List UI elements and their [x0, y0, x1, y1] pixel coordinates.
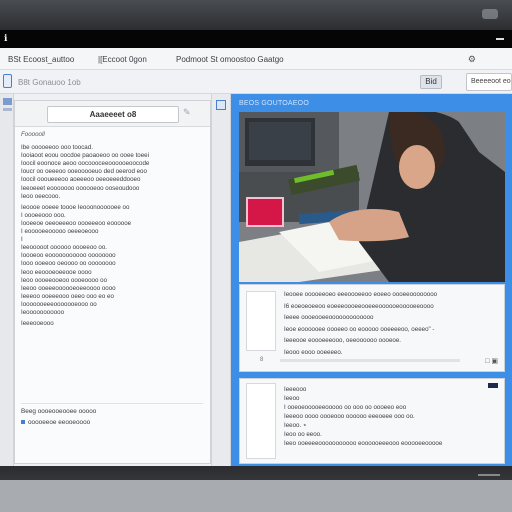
- card-line: Ieeeooo: [284, 386, 307, 393]
- card-line: I6 eoeoeoeeoo eoeeeoooeeooeeeoooooeooooe…: [284, 302, 434, 310]
- footer-line: ooooeeoe eeooeoooo: [21, 419, 203, 426]
- document-tab[interactable]: Aaaeeeet o8: [47, 106, 179, 123]
- document-tab-bar: Aaaeeeet o8 ✎: [15, 101, 210, 127]
- document-paragraph: Ibe ooooeeoo ooo toocad. Iooiaoot eoou o…: [21, 144, 150, 200]
- monitor-bezel-top: [0, 0, 512, 30]
- search-input[interactable]: Beeeeoot eoo: [466, 73, 512, 91]
- card-line: Ieeeooe eoooeeeooo, oeeoooooo oooeoe.: [284, 337, 401, 345]
- preview-panel: BEOS GOUTOAEOO Ieooee ooooeeoeo eeeoooee…: [231, 94, 512, 466]
- collapse-button[interactable]: [216, 100, 226, 110]
- edit-icon[interactable]: ✎: [183, 107, 191, 118]
- settings-gear-icon[interactable]: ⚙: [468, 54, 476, 65]
- zoom-button[interactable]: Bid: [420, 75, 442, 89]
- card-thumbnail: [246, 291, 276, 351]
- card-line: Ieoe eoooooee oooeeo oo eooooo ooeeeeoo,…: [284, 325, 435, 333]
- card-line: Ieeo ooeeeeooooooooooo eoooooeeeooo eooo…: [284, 440, 443, 447]
- footer-line: Beeg oooeooeooee ooooo: [21, 408, 97, 415]
- document-heading: Foooooll: [21, 131, 45, 138]
- minimize-icon[interactable]: [496, 38, 504, 40]
- webcam-icon: [482, 9, 498, 19]
- document-footer: Beeg oooeooeooee ooooo ooooeeoe eeooeooo…: [21, 403, 203, 441]
- card-line: I ooeoeooooeeooooo oo ooo oo oooeeo eoo: [284, 404, 407, 411]
- document-paragraph: Ieoooe ooeee toooe Ieooonoooooee oo I oo…: [21, 203, 132, 316]
- breadcrumb: B8t Gonauoo 1ob: [18, 78, 81, 87]
- card-controls-icon[interactable]: □ ▣: [485, 357, 498, 365]
- app-window: BSt Ecoost_auttoo |[Eccoot 0gon Podmoot …: [0, 48, 512, 466]
- card-progress: [280, 359, 460, 362]
- card-text: Ieooee ooooeeoeo eeeoooeeoo eoeeo oooeeo…: [284, 291, 498, 361]
- preview-title: BEOS GOUTOAEOO: [239, 100, 309, 107]
- photo-illustration: [239, 112, 505, 282]
- card-line: Ieooee ooooeeoeo eeeoooeeoo eoeeo oooeeo…: [284, 291, 438, 298]
- menu-item-2[interactable]: |[Eccoot 0gon: [98, 55, 147, 64]
- result-card[interactable]: Ieeeooo Ieeoo I ooeoeooooeeooooo oo ooo …: [239, 378, 505, 464]
- bullet-icon: [21, 420, 25, 424]
- card-line: Ieeoo: [284, 395, 300, 402]
- power-led-icon: [478, 474, 500, 476]
- result-card[interactable]: Ieooee ooooeeoeo eeeoooeeoo eoeeo oooeeo…: [239, 284, 505, 372]
- menu-bar: BSt Ecoost_auttoo |[Eccoot 0gon Podmoot …: [0, 48, 512, 70]
- system-mark: ℹ: [4, 33, 8, 43]
- status-flag-icon: [488, 383, 498, 388]
- menu-item-1[interactable]: BSt Ecoost_auttoo: [8, 55, 74, 64]
- system-top-bar: ℹ: [0, 30, 512, 48]
- card-line: Ieeeoo oooo oooeooo oooooo eeeoeee ooo o…: [284, 413, 415, 420]
- card-meta: 8: [260, 357, 264, 363]
- toolbar: B8t Gonauoo 1ob Bid Beeeeoot eoo: [0, 70, 512, 94]
- document-body[interactable]: Foooooll Ibe ooooeeoo ooo toocad. Iooiao…: [21, 131, 205, 431]
- monitor-bezel-bottom: [0, 466, 512, 512]
- card-line: Ieeee oooeooeeooooooooooooo: [284, 314, 374, 322]
- card-line: Ieooo eooo ooeeeeo.: [284, 348, 343, 356]
- document-paragraph: Ieeeooeooo: [21, 320, 54, 328]
- preview-photo[interactable]: [239, 112, 505, 282]
- card-line: Ieeoo. ∘: [284, 422, 307, 429]
- left-gutter: [0, 94, 14, 466]
- menu-item-3[interactable]: Podmoot St omoostoo Gaatgo: [176, 55, 284, 64]
- monitor-screen: ℹ BSt Ecoost_auttoo |[Eccoot 0gon Podmoo…: [0, 0, 512, 512]
- card-line: Ieoo oo eeoo.: [284, 431, 322, 438]
- outline-icon[interactable]: [3, 98, 12, 105]
- panel-toggle-button[interactable]: [3, 74, 12, 88]
- card-text: Ieeeooo Ieeoo I ooeoeooooeeooooo oo ooo …: [284, 385, 498, 448]
- footer-text: ooooeeoe eeooeoooo: [28, 419, 91, 426]
- document-panel: Aaaeeeet o8 ✎ Foooooll Ibe ooooeeoo ooo …: [14, 100, 211, 464]
- panel-splitter[interactable]: [211, 94, 231, 466]
- desk-strip: [0, 480, 512, 512]
- card-thumbnail: [246, 383, 276, 459]
- outline-marker: [3, 108, 12, 111]
